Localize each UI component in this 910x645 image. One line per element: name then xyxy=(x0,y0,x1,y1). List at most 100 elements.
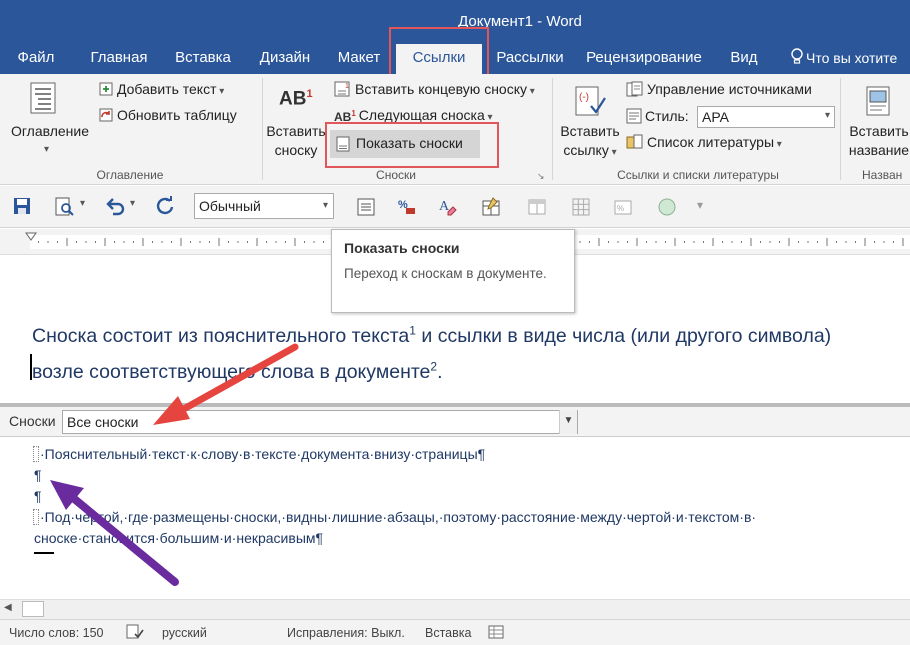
ruler-tick xyxy=(817,241,818,243)
insert-endnote-button[interactable]: 1 Вставить концевую сноску ▾ xyxy=(334,81,535,100)
tab-file[interactable]: Файл xyxy=(6,42,66,74)
scroll-left-icon[interactable]: ◀ xyxy=(4,602,12,613)
footnotes-select[interactable]: Все сноски ▼ xyxy=(62,410,578,434)
ruler-tick xyxy=(646,241,647,243)
tab-design[interactable]: Дизайн xyxy=(250,42,320,74)
footnotes-pane[interactable]: ·Пояснительный·текст·к·слову·в·тексте·до… xyxy=(0,437,910,599)
number-format-icon: % xyxy=(612,196,634,218)
ruler-tick xyxy=(883,241,885,243)
lightbulb-icon xyxy=(790,48,804,66)
ruler-tick xyxy=(304,241,305,243)
ruler-tick xyxy=(722,241,723,243)
track-changes-status[interactable]: Исправления: Выкл. xyxy=(287,626,405,640)
group-separator xyxy=(552,78,553,180)
paragraph-list-icon[interactable] xyxy=(355,196,377,218)
svg-text:(-): (-) xyxy=(579,92,589,103)
ruler-tick xyxy=(256,238,258,246)
style-icon xyxy=(626,108,642,127)
footnotes-label: Сноски xyxy=(9,413,56,429)
proofing-icon[interactable] xyxy=(126,624,144,643)
insert-footnote-button[interactable]: Вставить сноску xyxy=(264,122,328,160)
group-separator xyxy=(262,78,263,180)
style-dropdown[interactable]: Обычный ▾ xyxy=(194,193,334,219)
style-select[interactable]: APA ▾ xyxy=(697,106,835,128)
empty-paragraph-mark[interactable]: ¶ xyxy=(34,488,42,504)
empty-paragraph-mark[interactable]: ¶ xyxy=(34,467,42,483)
add-text-icon xyxy=(98,81,114,100)
footnote-mark-1 xyxy=(33,446,39,462)
ruler-tick xyxy=(769,241,771,243)
update-table-icon xyxy=(98,107,114,126)
ruler-tick xyxy=(589,241,590,243)
svg-text:%: % xyxy=(617,204,624,213)
tell-me-box[interactable]: Что вы хотите xyxy=(806,42,910,74)
tab-review[interactable]: Рецензирование xyxy=(578,42,710,74)
ruler-tick xyxy=(66,238,68,246)
add-text-button[interactable]: Добавить текст ▾ xyxy=(98,81,224,100)
insert-mode-status[interactable]: Вставка xyxy=(425,626,471,640)
language-status[interactable]: русский xyxy=(162,626,207,640)
ruler-tick xyxy=(750,238,752,246)
ruler-tick xyxy=(57,241,58,243)
footnote-ref-1[interactable]: 1 xyxy=(409,324,416,338)
ruler-tick xyxy=(836,241,837,243)
chevron-down-icon[interactable]: ▼ xyxy=(559,410,577,434)
format-painter-icon[interactable]: % xyxy=(396,196,418,218)
ruler-tick xyxy=(703,241,704,243)
chevron-down-icon[interactable]: ▾ xyxy=(130,198,135,220)
tooltip-description: Переход к сноскам в документе. xyxy=(344,266,547,281)
quick-access-toolbar: ▾ ▾ % A % ▾ xyxy=(0,186,910,228)
table-icon xyxy=(526,196,548,218)
macro-icon[interactable] xyxy=(488,624,504,643)
ruler-tick xyxy=(579,241,581,243)
insert-citation-button[interactable]: Вставить ссылку ▾ xyxy=(555,122,625,162)
ruler-tick xyxy=(712,238,714,246)
chevron-down-icon[interactable]: ▾ xyxy=(80,198,85,220)
print-preview-icon[interactable] xyxy=(54,196,76,218)
footnote-text-2[interactable]: ·Под·чертой,·где·размещены·сноски,·видны… xyxy=(40,509,756,525)
document-text[interactable]: Сноска состоит из пояснительного текста1… xyxy=(32,318,910,390)
tab-mailings[interactable]: Рассылки xyxy=(487,42,573,74)
insert-caption-button[interactable]: Вставить название xyxy=(844,122,910,160)
footnote-text-1[interactable]: ·Пояснительный·текст·к·слову·в·тексте·до… xyxy=(40,446,485,462)
ruler-tick xyxy=(313,241,315,243)
ruler-tick xyxy=(741,241,742,243)
save-icon[interactable] xyxy=(12,196,32,218)
redo-icon[interactable] xyxy=(154,196,176,218)
tab-home[interactable]: Главная xyxy=(80,42,158,74)
ruler-tick xyxy=(247,241,248,243)
svg-text:1: 1 xyxy=(345,83,349,90)
footnote-text-2-cont[interactable]: сноске·становится·большим·и·некрасивым¶ xyxy=(34,530,323,546)
circle-icon xyxy=(656,196,678,218)
table-edit-icon[interactable] xyxy=(480,196,502,218)
horizontal-scrollbar[interactable]: ◀ xyxy=(0,599,910,619)
tab-insert[interactable]: Вставка xyxy=(166,42,240,74)
ruler-tick xyxy=(199,241,201,243)
dialog-launcher-icon[interactable]: ↘ xyxy=(537,171,545,182)
toc-dropdown-icon: ▾ xyxy=(44,144,50,155)
ruler-tick xyxy=(788,238,790,246)
ruler-tick xyxy=(218,238,220,246)
ruler-tick xyxy=(627,241,628,243)
ruler-tick xyxy=(798,241,799,243)
update-table-button[interactable]: Обновить таблицу xyxy=(98,107,237,126)
scroll-thumb[interactable] xyxy=(22,601,44,617)
bibliography-button[interactable]: Список литературы ▾ xyxy=(626,134,782,153)
tab-layout[interactable]: Макет xyxy=(330,42,388,74)
toc-button[interactable]: Оглавление xyxy=(2,122,98,141)
insert-citation-icon: (-) xyxy=(573,84,607,123)
customize-toolbar-icon[interactable]: ▾ xyxy=(697,198,703,220)
ruler-tick xyxy=(855,241,856,243)
ruler-tick xyxy=(38,241,39,243)
tooltip-title: Показать сноски xyxy=(344,240,460,256)
ruler-tick xyxy=(275,241,277,243)
ruler-tick xyxy=(874,241,875,243)
word-count[interactable]: Число слов: 150 xyxy=(9,626,104,640)
tab-view[interactable]: Вид xyxy=(720,42,768,74)
manage-sources-button[interactable]: Управление источниками xyxy=(626,81,812,100)
ruler-tick xyxy=(693,241,695,243)
undo-icon[interactable] xyxy=(104,196,126,218)
clear-format-icon[interactable]: A xyxy=(436,196,458,218)
tooltip: Показать сноски Переход к сноскам в доку… xyxy=(331,229,575,313)
style-label: Стиль: xyxy=(626,108,689,127)
